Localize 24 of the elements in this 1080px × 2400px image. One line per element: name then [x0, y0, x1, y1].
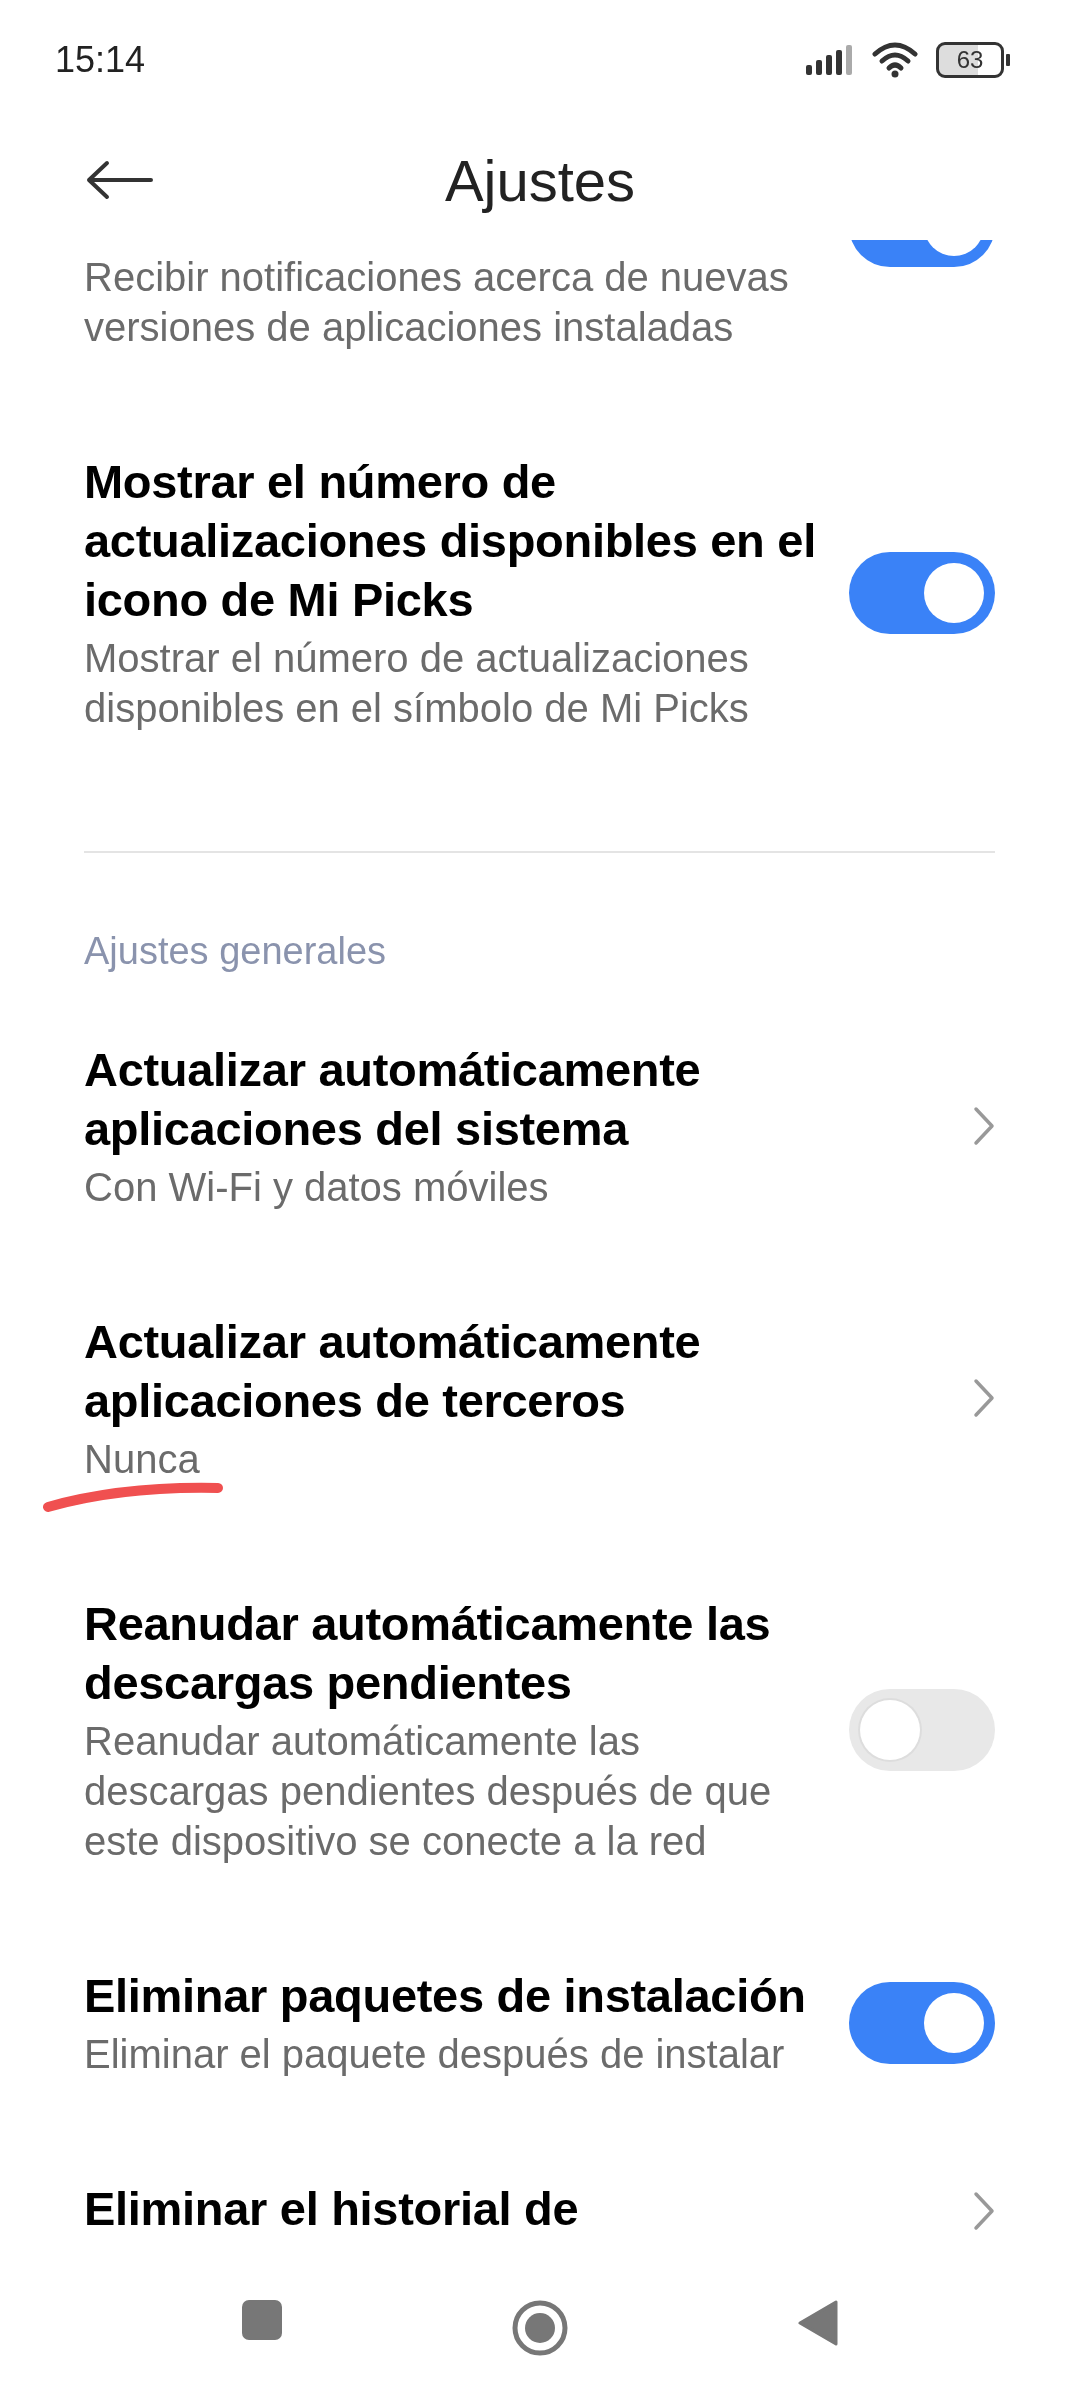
back-button[interactable] [85, 160, 153, 200]
setting-description: Con Wi-Fi y datos móviles [84, 1164, 550, 1211]
home-button[interactable] [512, 2300, 568, 2356]
setting-title: Eliminar paquetes de instalación [84, 1968, 807, 2024]
setting-description: Nunca [84, 1436, 201, 1483]
setting-title: Reanudar automáticamente las descargas pendientes [84, 1596, 772, 1711]
signal-icon [806, 45, 854, 75]
setting-title: Mostrar el número de actualizaciones disponibles en el icono de Mi Picks [84, 454, 817, 628]
section-header: Ajustes generales [83, 929, 388, 974]
setting-description: Reanudar automáticamente las descargas pendientes después de que este dispositivo se conecte a la red [84, 1718, 773, 1865]
setting-title: Actualizar automáticamente aplicaciones de terceros [84, 1314, 702, 1429]
wifi-icon [872, 42, 918, 78]
setting-description: Mostrar el número de actualizaciones disponibles en el símbolo de Mi Picks [84, 635, 750, 732]
back-nav-button[interactable] [798, 2300, 838, 2346]
page-title: Ajustes [443, 146, 637, 215]
setting-title: Eliminar el historial de [84, 2181, 580, 2237]
chevron-icon[interactable] [973, 2190, 995, 2231]
setting-description: Recibir notificaciones acerca de nuevas versiones de aplicaciones instaladas [84, 254, 790, 351]
setting-description: Eliminar el paquete después de instalar [84, 2031, 786, 2078]
chevron-icon[interactable] [973, 1106, 995, 1146]
chevron-icon[interactable] [973, 1378, 995, 1418]
recents-button[interactable] [242, 2300, 282, 2340]
status-time: 15:14 [55, 38, 146, 82]
setting-title: Actualizar automáticamente aplicaciones del sistema [84, 1042, 702, 1157]
